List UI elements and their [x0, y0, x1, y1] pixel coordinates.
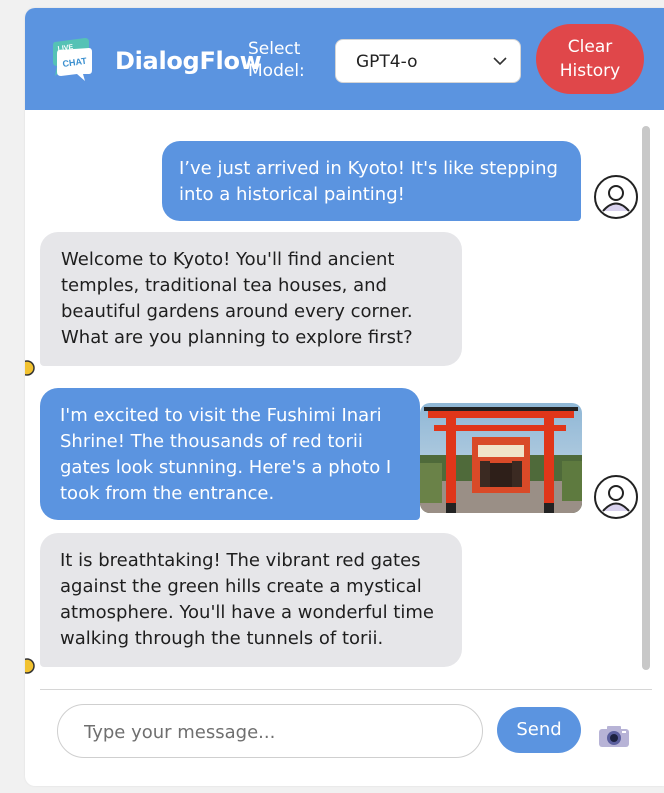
bot-avatar-icon: [25, 360, 35, 376]
send-button[interactable]: Send: [497, 707, 581, 753]
user-avatar-icon: [594, 475, 638, 519]
camera-icon[interactable]: [597, 724, 631, 748]
bot-avatar-icon: [25, 658, 35, 674]
chevron-down-icon: [493, 57, 507, 66]
brand-title: DialogFlow: [115, 47, 262, 75]
bot-message: It is breathtaking! The vibrant red gate…: [40, 533, 462, 667]
model-label: Select Model:: [248, 39, 305, 81]
user-message: I’ve just arrived in Kyoto! It's like st…: [162, 141, 581, 221]
model-selected-value: GPT4-o: [356, 52, 418, 72]
message-list[interactable]: I’ve just arrived in Kyoto! It's like st…: [25, 110, 664, 690]
message-input[interactable]: [57, 704, 483, 758]
model-select[interactable]: GPT4-o: [335, 39, 521, 83]
message-text-field[interactable]: [82, 719, 466, 745]
chat-scrollbar[interactable]: [642, 126, 650, 670]
clear-history-button[interactable]: Clear History: [536, 24, 644, 94]
user-avatar-icon: [594, 175, 638, 219]
live-chat-logo-icon: LIVE CHAT: [53, 38, 92, 81]
chat-header: LIVE CHAT DialogFlow Select Model: GPT4-…: [25, 8, 664, 110]
chat-window: LIVE CHAT DialogFlow Select Model: GPT4-…: [25, 8, 664, 786]
user-message: I'm excited to visit the Fushimi Inari S…: [40, 388, 420, 520]
torii-gate-photo[interactable]: [420, 403, 582, 513]
composer-divider: [40, 689, 652, 690]
bot-message: Welcome to Kyoto! You'll find ancient te…: [40, 232, 462, 366]
